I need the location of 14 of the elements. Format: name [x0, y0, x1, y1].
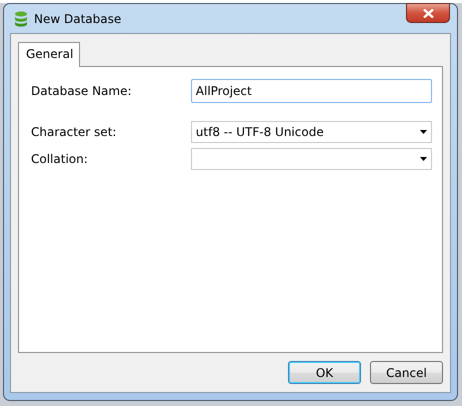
tab[interactable]: General [18, 42, 80, 67]
database-name-field[interactable]: AllProject [190, 79, 432, 103]
field-label: Character set: [31, 125, 118, 139]
close-icon [422, 8, 434, 18]
ok-button[interactable]: OK [288, 361, 361, 384]
field-label: Database Name: [31, 84, 133, 98]
database-icon [14, 10, 28, 26]
dropdown-arrow-icon [420, 130, 427, 134]
dropdown-arrow-icon [420, 157, 427, 161]
field-label: Collation: [31, 152, 89, 166]
window-title: New Database [34, 12, 122, 26]
cancel-button[interactable]: Cancel [370, 361, 443, 384]
dropdown[interactable]: utf8 -- UTF-8 Unicode [190, 121, 432, 143]
close-button[interactable] [406, 3, 450, 23]
